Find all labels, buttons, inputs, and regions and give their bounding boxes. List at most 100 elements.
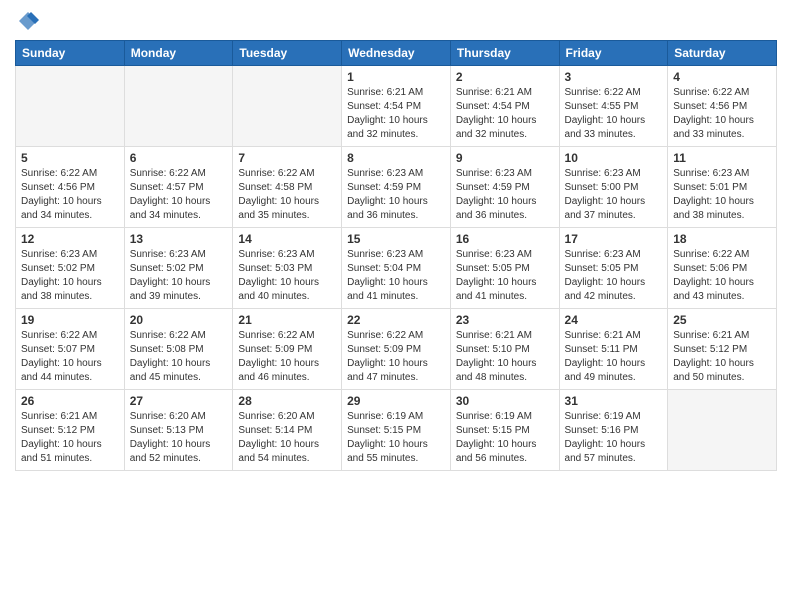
day-info: Sunrise: 6:23 AM Sunset: 5:03 PM Dayligh… — [238, 248, 336, 304]
day-info: Sunrise: 6:22 AM Sunset: 5:09 PM Dayligh… — [238, 329, 336, 385]
calendar-cell: 19 Sunrise: 6:22 AM Sunset: 5:07 PM Dayli… — [16, 309, 125, 390]
day-info: Sunrise: 6:23 AM Sunset: 5:05 PM Dayligh… — [456, 248, 554, 304]
calendar-cell: 29 Sunrise: 6:19 AM Sunset: 5:15 PM Dayli… — [342, 390, 451, 471]
calendar-cell: 31 Sunrise: 6:19 AM Sunset: 5:16 PM Dayli… — [559, 390, 668, 471]
day-info: Sunrise: 6:23 AM Sunset: 5:01 PM Dayligh… — [673, 167, 771, 223]
day-number: 30 — [456, 394, 554, 408]
calendar-cell: 5 Sunrise: 6:22 AM Sunset: 4:56 PM Daylig… — [16, 147, 125, 228]
day-number: 14 — [238, 232, 336, 246]
calendar-cell: 20 Sunrise: 6:22 AM Sunset: 5:08 PM Dayli… — [124, 309, 233, 390]
calendar-cell: 26 Sunrise: 6:21 AM Sunset: 5:12 PM Dayli… — [16, 390, 125, 471]
day-number: 2 — [456, 70, 554, 84]
day-number: 6 — [130, 151, 228, 165]
calendar-week-row: 12Sunrise: 6:23 AM Sunset: 5:02 PM Dayli… — [16, 228, 777, 309]
calendar-cell: 6 Sunrise: 6:22 AM Sunset: 4:57 PM Daylig… — [124, 147, 233, 228]
weekday-header-row: SundayMondayTuesdayWednesdayThursdayFrid… — [16, 41, 777, 66]
calendar-cell — [124, 66, 233, 147]
calendar-cell: 13Sunrise: 6:23 AM Sunset: 5:02 PM Dayli… — [124, 228, 233, 309]
day-number: 10 — [565, 151, 663, 165]
day-info: Sunrise: 6:22 AM Sunset: 4:55 PM Dayligh… — [565, 86, 663, 142]
day-info: Sunrise: 6:21 AM Sunset: 5:12 PM Dayligh… — [21, 410, 119, 466]
day-info: Sunrise: 6:22 AM Sunset: 4:57 PM Dayligh… — [130, 167, 228, 223]
day-info: Sunrise: 6:22 AM Sunset: 5:07 PM Dayligh… — [21, 329, 119, 385]
calendar-cell: 21 Sunrise: 6:22 AM Sunset: 5:09 PM Dayli… — [233, 309, 342, 390]
day-number: 16 — [456, 232, 554, 246]
day-number: 25 — [673, 313, 771, 327]
calendar-cell: 30 Sunrise: 6:19 AM Sunset: 5:15 PM Dayli… — [450, 390, 559, 471]
calendar-week-row: 26 Sunrise: 6:21 AM Sunset: 5:12 PM Dayli… — [16, 390, 777, 471]
calendar-cell: 22 Sunrise: 6:22 AM Sunset: 5:09 PM Dayli… — [342, 309, 451, 390]
day-info: Sunrise: 6:21 AM Sunset: 4:54 PM Dayligh… — [347, 86, 445, 142]
calendar-cell — [16, 66, 125, 147]
day-number: 13 — [130, 232, 228, 246]
calendar-cell: 12Sunrise: 6:23 AM Sunset: 5:02 PM Dayli… — [16, 228, 125, 309]
day-number: 22 — [347, 313, 445, 327]
calendar-cell: 28Sunrise: 6:20 AM Sunset: 5:14 PM Dayli… — [233, 390, 342, 471]
calendar-cell — [233, 66, 342, 147]
day-info: Sunrise: 6:22 AM Sunset: 4:56 PM Dayligh… — [21, 167, 119, 223]
day-info: Sunrise: 6:23 AM Sunset: 4:59 PM Dayligh… — [347, 167, 445, 223]
day-number: 12 — [21, 232, 119, 246]
day-info: Sunrise: 6:19 AM Sunset: 5:16 PM Dayligh… — [565, 410, 663, 466]
day-info: Sunrise: 6:19 AM Sunset: 5:15 PM Dayligh… — [456, 410, 554, 466]
calendar-cell: 3 Sunrise: 6:22 AM Sunset: 4:55 PM Daylig… — [559, 66, 668, 147]
day-info: Sunrise: 6:23 AM Sunset: 5:04 PM Dayligh… — [347, 248, 445, 304]
day-info: Sunrise: 6:23 AM Sunset: 5:05 PM Dayligh… — [565, 248, 663, 304]
calendar-cell: 23 Sunrise: 6:21 AM Sunset: 5:10 PM Dayli… — [450, 309, 559, 390]
day-number: 26 — [21, 394, 119, 408]
day-info: Sunrise: 6:19 AM Sunset: 5:15 PM Dayligh… — [347, 410, 445, 466]
weekday-header-monday: Monday — [124, 41, 233, 66]
weekday-header-friday: Friday — [559, 41, 668, 66]
day-number: 19 — [21, 313, 119, 327]
calendar-cell: 27 Sunrise: 6:20 AM Sunset: 5:13 PM Dayli… — [124, 390, 233, 471]
day-info: Sunrise: 6:21 AM Sunset: 5:11 PM Dayligh… — [565, 329, 663, 385]
calendar-cell: 4 Sunrise: 6:22 AM Sunset: 4:56 PM Daylig… — [668, 66, 777, 147]
day-info: Sunrise: 6:20 AM Sunset: 5:13 PM Dayligh… — [130, 410, 228, 466]
day-number: 20 — [130, 313, 228, 327]
weekday-header-thursday: Thursday — [450, 41, 559, 66]
weekday-header-saturday: Saturday — [668, 41, 777, 66]
day-info: Sunrise: 6:22 AM Sunset: 5:08 PM Dayligh… — [130, 329, 228, 385]
day-number: 5 — [21, 151, 119, 165]
day-number: 27 — [130, 394, 228, 408]
calendar-cell — [668, 390, 777, 471]
day-number: 21 — [238, 313, 336, 327]
weekday-header-sunday: Sunday — [16, 41, 125, 66]
day-info: Sunrise: 6:22 AM Sunset: 4:58 PM Dayligh… — [238, 167, 336, 223]
calendar-cell: 1 Sunrise: 6:21 AM Sunset: 4:54 PM Daylig… — [342, 66, 451, 147]
calendar-week-row: 1 Sunrise: 6:21 AM Sunset: 4:54 PM Daylig… — [16, 66, 777, 147]
day-number: 28 — [238, 394, 336, 408]
calendar-cell: 18Sunrise: 6:22 AM Sunset: 5:06 PM Dayli… — [668, 228, 777, 309]
calendar-cell: 11 Sunrise: 6:23 AM Sunset: 5:01 PM Dayli… — [668, 147, 777, 228]
day-number: 7 — [238, 151, 336, 165]
day-number: 11 — [673, 151, 771, 165]
logo-icon — [17, 10, 39, 32]
day-number: 29 — [347, 394, 445, 408]
calendar-week-row: 19 Sunrise: 6:22 AM Sunset: 5:07 PM Dayli… — [16, 309, 777, 390]
day-number: 4 — [673, 70, 771, 84]
day-number: 18 — [673, 232, 771, 246]
day-info: Sunrise: 6:22 AM Sunset: 5:09 PM Dayligh… — [347, 329, 445, 385]
day-info: Sunrise: 6:21 AM Sunset: 5:10 PM Dayligh… — [456, 329, 554, 385]
day-info: Sunrise: 6:21 AM Sunset: 5:12 PM Dayligh… — [673, 329, 771, 385]
header — [15, 10, 777, 32]
calendar-cell: 8 Sunrise: 6:23 AM Sunset: 4:59 PM Daylig… — [342, 147, 451, 228]
day-number: 23 — [456, 313, 554, 327]
day-number: 9 — [456, 151, 554, 165]
weekday-header-tuesday: Tuesday — [233, 41, 342, 66]
day-number: 1 — [347, 70, 445, 84]
calendar-cell: 25 Sunrise: 6:21 AM Sunset: 5:12 PM Dayli… — [668, 309, 777, 390]
day-number: 15 — [347, 232, 445, 246]
day-info: Sunrise: 6:21 AM Sunset: 4:54 PM Dayligh… — [456, 86, 554, 142]
calendar-cell: 24 Sunrise: 6:21 AM Sunset: 5:11 PM Dayli… — [559, 309, 668, 390]
day-number: 31 — [565, 394, 663, 408]
calendar-cell: 15 Sunrise: 6:23 AM Sunset: 5:04 PM Dayli… — [342, 228, 451, 309]
day-number: 3 — [565, 70, 663, 84]
day-info: Sunrise: 6:23 AM Sunset: 5:00 PM Dayligh… — [565, 167, 663, 223]
day-info: Sunrise: 6:23 AM Sunset: 4:59 PM Dayligh… — [456, 167, 554, 223]
calendar-cell: 10 Sunrise: 6:23 AM Sunset: 5:00 PM Dayli… — [559, 147, 668, 228]
day-info: Sunrise: 6:22 AM Sunset: 4:56 PM Dayligh… — [673, 86, 771, 142]
day-number: 8 — [347, 151, 445, 165]
weekday-header-wednesday: Wednesday — [342, 41, 451, 66]
day-number: 24 — [565, 313, 663, 327]
